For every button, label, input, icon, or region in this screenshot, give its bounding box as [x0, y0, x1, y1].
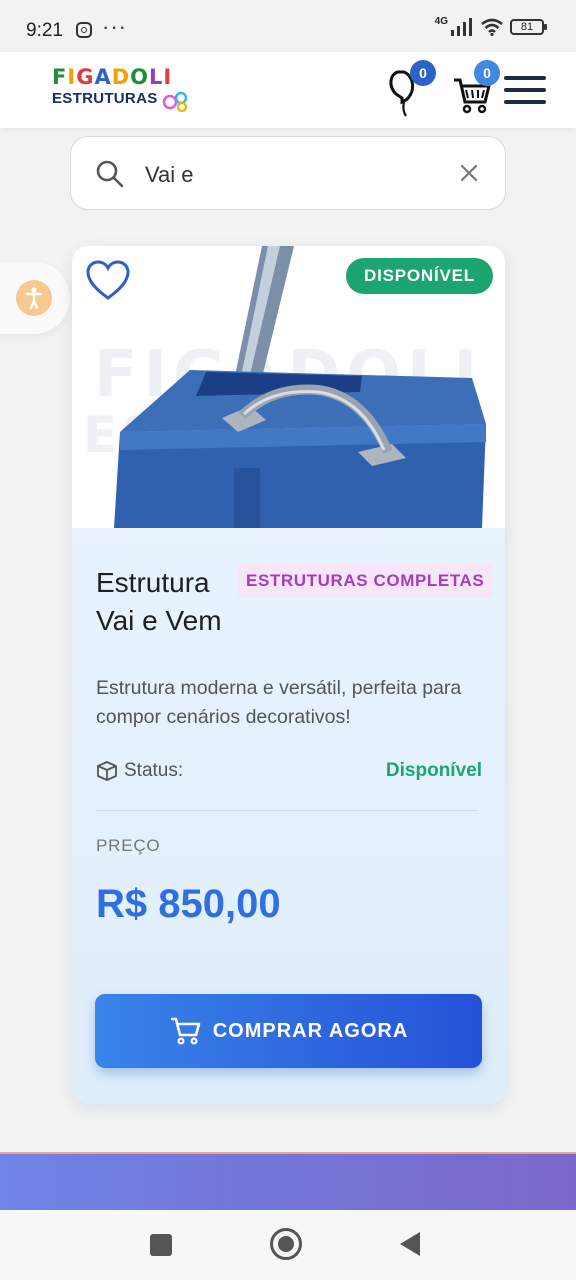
battery-icon: 81 — [510, 19, 547, 35]
back-button[interactable] — [400, 1232, 420, 1256]
favorites-button[interactable]: 0 — [386, 60, 436, 117]
signal-icon — [451, 18, 472, 36]
accessibility-icon — [16, 280, 52, 316]
wifi-icon — [481, 18, 503, 36]
network-type: 4G — [434, 15, 448, 27]
logo-letter: O — [130, 65, 149, 89]
status-row: Status: Disponível — [96, 758, 482, 786]
figadoli-logo[interactable]: FIGADOLI ESTRUTURAS — [52, 66, 192, 116]
system-navigation-bar — [0, 1210, 576, 1280]
availability-badge: DISPONÍVEL — [346, 258, 493, 294]
favorites-count-badge: 0 — [410, 60, 436, 86]
more-notifications-icon: ··· — [102, 14, 127, 39]
cart-icon — [170, 1017, 201, 1045]
close-icon[interactable] — [459, 163, 479, 183]
status-label: Status: — [124, 760, 184, 781]
product-card: FIGADOLI ESTRUTURAS DISPONÍVEL Es — [72, 246, 505, 1104]
search-input[interactable] — [143, 159, 447, 191]
menu-icon[interactable] — [504, 74, 548, 106]
search-bar — [70, 136, 506, 210]
logo-letter: F — [52, 65, 68, 89]
home-button[interactable] — [270, 1228, 302, 1260]
product-image[interactable]: FIGADOLI ESTRUTURAS DISPONÍVEL — [72, 246, 505, 528]
accessibility-button[interactable] — [0, 262, 70, 334]
search-icon[interactable] — [95, 159, 125, 189]
cart-count-badge: 0 — [474, 60, 500, 86]
box-icon — [97, 761, 117, 781]
logo-letter: I — [67, 65, 77, 89]
status-value: Disponível — [385, 760, 482, 781]
buy-now-button[interactable]: COMPRAR AGORA — [95, 994, 482, 1068]
footer-strip — [0, 1152, 576, 1212]
logo-letter: G — [76, 65, 95, 89]
logo-letter: I — [163, 65, 173, 89]
buy-now-label: COMPRAR AGORA — [212, 1019, 409, 1042]
logo-letter: A — [94, 65, 112, 89]
site-header: FIGADOLI ESTRUTURAS 0 0 — [0, 52, 576, 128]
logo-letter: L — [149, 65, 164, 89]
category-badge: ESTRUTURAS COMPLETAS — [238, 564, 493, 598]
logo-wordmark: FIGADOLI — [52, 66, 192, 88]
recents-button[interactable] — [150, 1234, 172, 1256]
divider — [96, 810, 478, 811]
logo-letter: D — [111, 65, 131, 89]
price-value: R$ 850,00 — [96, 882, 281, 926]
status-time: 9:21 — [26, 20, 63, 41]
heart-icon[interactable] — [86, 260, 130, 302]
person-icon — [25, 287, 43, 310]
cart-button[interactable]: 0 — [450, 60, 500, 114]
gears-icon — [162, 91, 188, 112]
product-description: Estrutura moderna e versátil, perfeita p… — [96, 677, 462, 728]
status-bar: 9:21 ··· 4G 81 — [0, 0, 576, 56]
instagram-icon — [76, 22, 92, 38]
price-label: PREÇO — [96, 836, 161, 855]
product-title[interactable]: Estrutura Vai e Vem — [96, 564, 246, 640]
